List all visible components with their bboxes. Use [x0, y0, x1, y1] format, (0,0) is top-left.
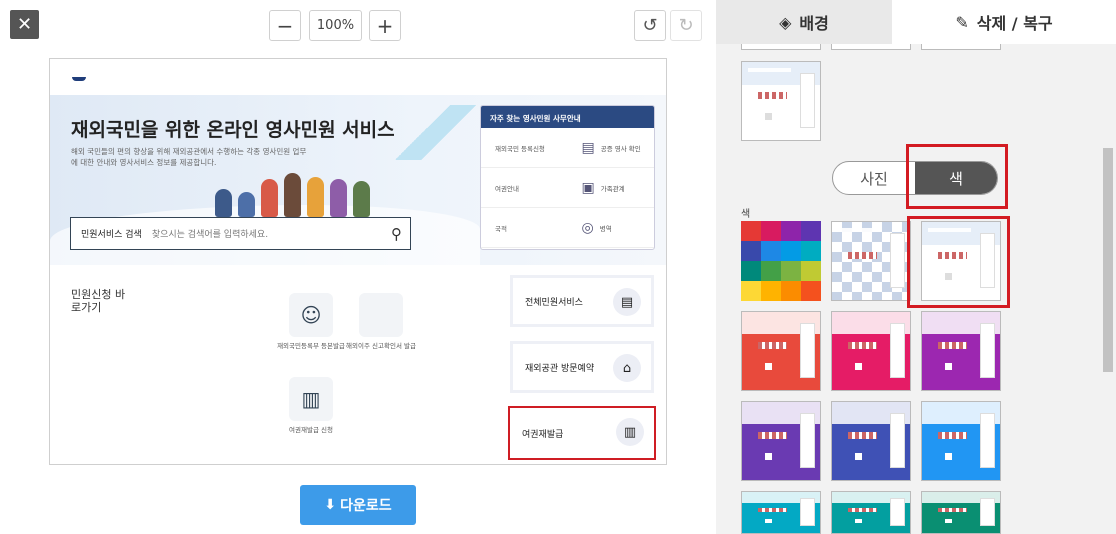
color-swatch — [741, 261, 761, 281]
brush-icon: ✎ — [955, 12, 969, 32]
logo-icon — [72, 77, 86, 81]
background-thumb[interactable] — [741, 44, 821, 50]
office-item: 재외국민 등록신청 — [481, 128, 568, 168]
quick-link-item: 해외이주 신고확인서 발급 — [346, 293, 416, 351]
download-icon: ⬇ — [324, 497, 337, 513]
zoom-in-button[interactable]: + — [369, 10, 401, 41]
highlight-box — [906, 144, 1008, 209]
color-theme-thumb[interactable] — [831, 401, 911, 481]
color-swatch — [801, 281, 821, 301]
color-swatch — [801, 261, 821, 281]
background-thumb[interactable] — [831, 44, 911, 50]
color-theme-thumb[interactable] — [831, 311, 911, 391]
document-icon: ▤ — [613, 288, 641, 316]
zoom-level: 100% — [309, 10, 362, 41]
color-theme-thumb[interactable] — [741, 491, 821, 534]
office-item: 여권안내 — [481, 168, 568, 208]
service-card-highlighted: 여권재발급 ▥ — [508, 406, 656, 460]
redo-button[interactable]: ↻ — [670, 10, 702, 41]
color-swatch — [761, 281, 781, 301]
quick-link-item: ▥ 여권재발급 신청 — [276, 377, 346, 435]
background-thumb[interactable] — [921, 44, 1001, 50]
color-theme-thumb[interactable] — [741, 311, 821, 391]
color-swatch — [741, 241, 761, 261]
color-swatch — [761, 221, 781, 241]
quick-link-item: ☺ 재외국민등록부 등본발급 — [276, 293, 346, 351]
color-theme-thumb[interactable] — [921, 311, 1001, 391]
passport-icon: ▥ — [616, 418, 644, 446]
photo-option[interactable]: 사진 — [833, 162, 915, 194]
building-icon: ⌂ — [613, 354, 641, 382]
color-swatch — [801, 221, 821, 241]
highlight-box — [907, 216, 1010, 308]
search-placeholder: 찾으시는 검색어를 입력하세요. — [151, 230, 269, 240]
office-item: ◎ 병역 — [567, 208, 654, 248]
color-theme-thumb[interactable] — [831, 491, 911, 534]
blank-icon — [359, 293, 403, 337]
search-icon[interactable]: ⚲ — [391, 225, 402, 243]
id-card-icon: ▣ — [581, 179, 595, 196]
document-icon: ▤ — [581, 139, 595, 156]
layers-icon: ◈ — [779, 12, 792, 32]
quick-links-title: 민원신청 바로가기 — [71, 288, 126, 314]
color-swatch — [781, 261, 801, 281]
passport-icon: ▥ — [289, 377, 333, 421]
office-item: 국적 — [481, 208, 568, 248]
color-swatch — [801, 241, 821, 261]
zoom-out-button[interactable]: − — [269, 10, 301, 41]
person-globe-icon: ☺ — [289, 293, 333, 337]
undo-button[interactable]: ↺ — [634, 10, 666, 41]
service-card: 재외공관 방문예약 ⌂ — [510, 341, 654, 393]
office-guide-card: 자주 찾는 영사민원 사무안내 재외국민 등록신청 ▤ 공증 영사 확인 여권안내… — [480, 105, 655, 250]
tab-delete-restore[interactable]: ✎ 삭제 / 복구 — [892, 0, 1116, 44]
color-section-label: 색 — [741, 209, 751, 220]
office-item: ▣ 가족관계 — [567, 168, 654, 208]
office-item: ▤ 공증 영사 확인 — [567, 128, 654, 168]
service-search[interactable]: 민원서비스 검색 찾으시는 검색어를 입력하세요. ⚲ — [70, 217, 411, 250]
color-swatch — [781, 241, 801, 261]
color-swatch — [781, 221, 801, 241]
office-guide-title: 자주 찾는 영사민원 사무안내 — [481, 106, 654, 128]
service-card: 전체민원서비스 ▤ — [510, 275, 654, 327]
download-button[interactable]: ⬇ 다운로드 — [300, 485, 416, 525]
color-swatch — [741, 281, 761, 301]
hero-subtitle: 해외 국민들의 편의 향상을 위해 재외공관에서 수행하는 각종 영사민원 업무… — [71, 147, 307, 167]
tab-background[interactable]: ◈ 배경 — [716, 0, 892, 44]
color-swatch — [781, 281, 801, 301]
background-thumb[interactable] — [741, 61, 821, 141]
transparent-thumb[interactable] — [831, 221, 911, 301]
scrollbar[interactable] — [1100, 44, 1116, 534]
hero-title: 재외국민을 위한 온라인 영사민원 서비스 — [71, 119, 395, 141]
color-palette-thumb[interactable] — [741, 221, 821, 301]
people-illustration — [215, 171, 405, 217]
preview-canvas: 재외국민을 위한 온라인 영사민원 서비스 해외 국민들의 편의 향상을 위해 … — [49, 58, 667, 465]
close-button[interactable]: ✕ — [10, 10, 39, 39]
color-swatch — [761, 241, 781, 261]
color-theme-thumb[interactable] — [921, 491, 1001, 534]
search-label: 민원서비스 검색 — [81, 230, 142, 240]
color-swatch — [741, 221, 761, 241]
color-theme-thumb[interactable] — [921, 401, 1001, 481]
globe-icon: ◎ — [581, 219, 594, 236]
color-swatch — [761, 261, 781, 281]
scrollbar-thumb[interactable] — [1103, 148, 1113, 372]
color-theme-thumb[interactable] — [741, 401, 821, 481]
